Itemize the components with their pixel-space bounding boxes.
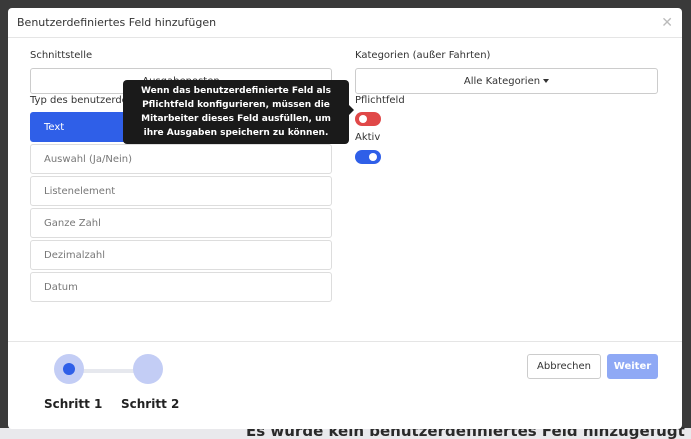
field-type-date[interactable]: Datum (30, 272, 332, 302)
field-type-integer[interactable]: Ganze Zahl (30, 208, 332, 238)
field-type-yes-no[interactable]: Auswahl (Ja/Nein) (30, 144, 332, 174)
active-toggle[interactable] (355, 150, 381, 164)
modal-header: Benutzerdefiniertes Feld hinzufügen ✕ (8, 8, 682, 38)
categories-select-value: Alle Kategorien (463, 75, 541, 87)
toggle-knob (359, 115, 367, 123)
tooltip-arrow (349, 105, 354, 115)
step-1-label: Schritt 1 (44, 397, 103, 411)
field-type-list-item[interactable]: Listenelement (30, 176, 332, 206)
field-type-decimal[interactable]: Dezimalzahl (30, 240, 332, 270)
footer-divider (8, 341, 682, 342)
step-2-indicator (133, 354, 163, 384)
toggle-knob (369, 153, 377, 161)
cancel-button[interactable]: Abbrechen (527, 354, 601, 379)
interface-label: Schnittstelle (30, 50, 93, 61)
required-tooltip: Wenn das benutzerdefinierte Feld als Pfl… (123, 80, 349, 144)
step-2-label: Schritt 2 (121, 397, 180, 411)
required-label: Pflichtfeld (355, 95, 405, 106)
caret-down-icon (543, 79, 550, 83)
step-1-indicator (54, 354, 84, 384)
close-icon[interactable]: ✕ (661, 16, 673, 30)
modal-title: Benutzerdefiniertes Feld hinzufügen (17, 16, 217, 29)
next-button[interactable]: Weiter (607, 354, 658, 379)
tooltip-text: Wenn das benutzerdefinierte Feld als Pfl… (141, 86, 331, 138)
required-toggle[interactable] (355, 112, 381, 126)
add-custom-field-modal: Benutzerdefiniertes Feld hinzufügen ✕ Sc… (8, 8, 682, 429)
active-label: Aktiv (355, 132, 381, 143)
step-current-dot (63, 363, 75, 375)
categories-label: Kategorien (außer Fahrten) (355, 50, 491, 61)
categories-select[interactable]: Alle Kategorien (355, 68, 658, 94)
